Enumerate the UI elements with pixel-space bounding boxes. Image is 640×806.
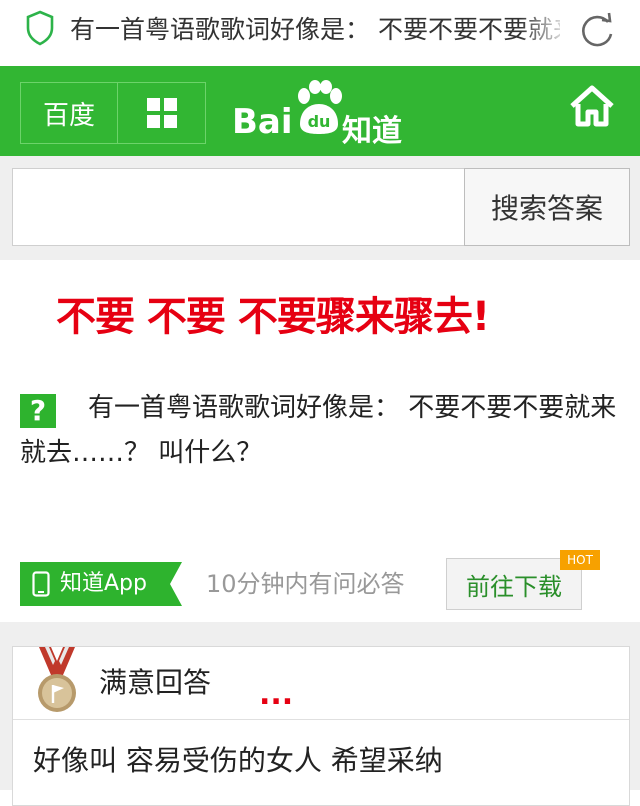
browser-bar: 有一首粤语歌歌词好像是： 不要不要不要就来就去……？叫什么？ [0,0,640,64]
answer-title: 满意回答 [99,666,212,699]
search-area: 搜索答案 [0,156,640,260]
question-text: 有一首粤语歌歌词好像是： 不要不要不要就来就去……？ 叫什么？ [20,393,617,468]
page-title: 有一首粤语歌歌词好像是： 不要不要不要就来就去……？叫什么？ [70,15,560,44]
home-icon[interactable] [568,84,616,128]
baidu-zhidao-logo[interactable]: Bai du 知道 [232,74,412,149]
nav-box: 百度 [20,82,206,144]
logo-zhidao: 知道 [342,114,402,149]
title-fade [520,10,570,50]
answer-card: 满意回答 ... 好像叫 容易受伤的女人 希望采纳 [12,646,630,806]
grid-icon [146,98,177,128]
hot-badge: HOT [560,550,600,570]
search-button[interactable]: 搜索答案 [464,168,630,246]
search-input[interactable] [12,168,464,246]
shield-icon [26,10,54,46]
app-tagline: 10分钟内有问必答 [206,570,405,598]
answer-text: 好像叫 容易受伤的女人 希望采纳 [33,744,443,777]
logo-du: du [308,112,331,131]
phone-icon [32,571,50,597]
overlay-caption: 不要 不要 不要骤来骤去! [56,294,490,340]
reload-icon[interactable] [578,10,618,50]
medal-icon [38,647,76,712]
zhidao-app-badge[interactable]: 知道App [20,562,182,606]
question-panel: 不要 不要 不要骤来骤去! ? 有一首粤语歌歌词好像是： 不要不要不要就来就去…… [0,262,640,622]
answer-header: 满意回答 ... [13,647,629,720]
ellipsis-mark: ... [259,677,294,712]
app-badge-label: 知道App [60,571,147,596]
nav-grid-button[interactable] [118,83,205,143]
nav-baidu-link[interactable]: 百度 [21,83,118,143]
paw-logo-icon: du [298,80,342,134]
baidu-header: 百度 Bai du 知道 [0,66,640,156]
logo-bai: Bai [232,102,293,142]
